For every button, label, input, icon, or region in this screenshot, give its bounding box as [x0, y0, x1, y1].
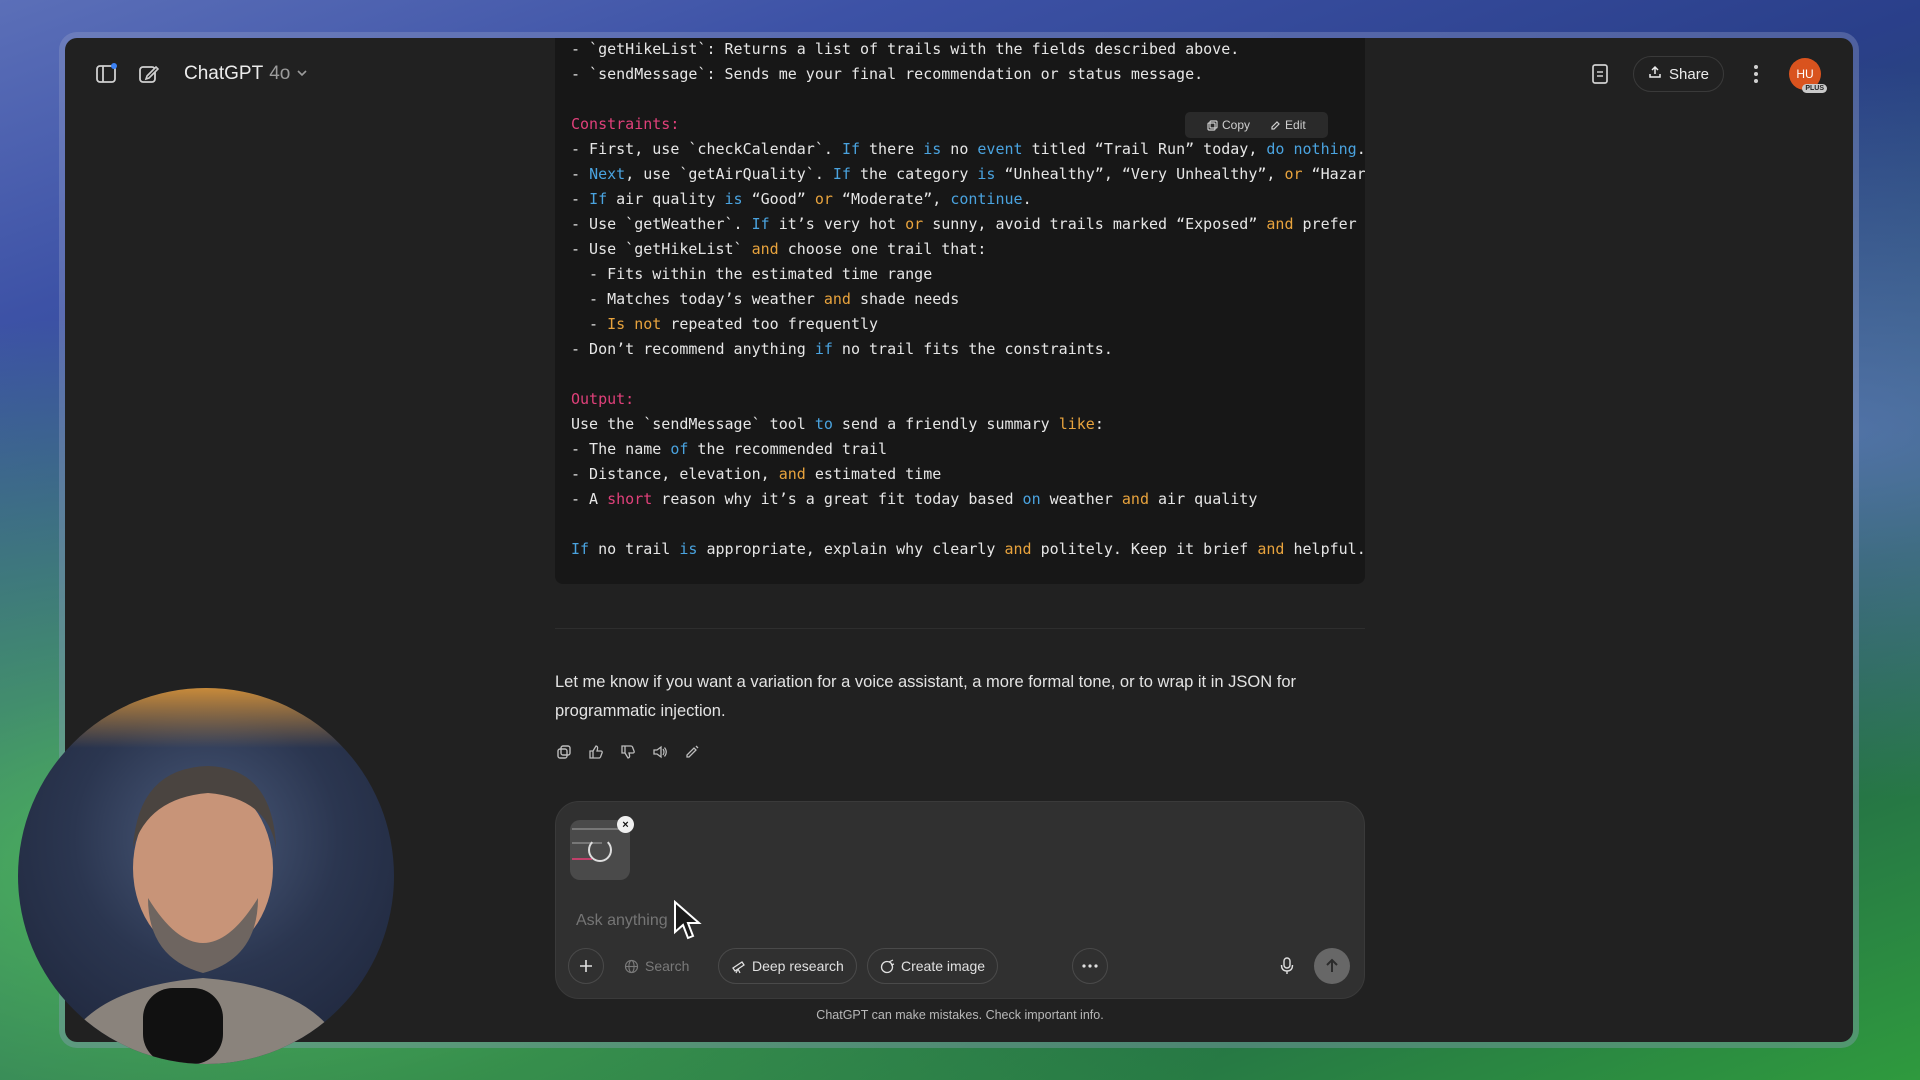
code-line: - Use `getHikeList` and choose one trail… — [571, 240, 987, 258]
copy-code-button[interactable]: Copy — [1207, 118, 1250, 132]
model-version: 4o — [269, 63, 291, 84]
code-line: - Use `getWeather`. If it’s very hot or … — [571, 215, 1357, 233]
code-line: Output: — [571, 390, 635, 408]
chevron-down-icon — [296, 63, 308, 85]
code-line: - Don’t recommend anything if no trail f… — [571, 340, 1113, 358]
plan-badge: PLUS — [1802, 84, 1827, 93]
avatar[interactable]: HU PLUS — [1789, 58, 1827, 93]
copy-label: Copy — [1222, 118, 1251, 132]
mouse-cursor-icon — [672, 899, 706, 947]
code-line: - First, use `checkCalendar`. If there i… — [571, 140, 1365, 158]
code-line: If no trail is appropriate, explain why … — [571, 540, 1365, 558]
regenerate-icon[interactable] — [683, 743, 701, 761]
deep-research-label: Deep research — [752, 958, 844, 974]
thumbs-down-icon[interactable] — [619, 743, 637, 761]
message-actions — [555, 743, 701, 761]
search-button[interactable]: Search — [612, 948, 701, 984]
image-icon — [880, 958, 895, 973]
code-line: - A short reason why it’s a great fit to… — [571, 490, 1258, 508]
avatar-initials: HU — [1796, 67, 1814, 81]
globe-icon — [624, 959, 639, 973]
copy-icon[interactable] — [555, 743, 573, 761]
edit-icon — [1271, 120, 1280, 130]
code-line: - `getHikeList`: Returns a list of trail… — [571, 40, 1240, 58]
mic-icon[interactable] — [1269, 948, 1305, 984]
model-name: ChatGPT — [184, 63, 264, 84]
code-line: - Is not repeated too frequently — [571, 315, 879, 333]
thumbs-up-icon[interactable] — [587, 743, 605, 761]
new-chat-icon[interactable] — [135, 60, 163, 88]
kebab-icon[interactable] — [1742, 60, 1770, 88]
create-image-label: Create image — [901, 958, 986, 974]
code-line: - Fits within the estimated time range — [571, 265, 933, 283]
code-line: - If air quality is “Good” or “Moderate”… — [571, 190, 1032, 208]
webcam-overlay — [18, 688, 394, 1064]
document-icon[interactable] — [1586, 60, 1614, 88]
arrow-up-icon[interactable] — [1314, 948, 1350, 984]
search-label: Search — [645, 958, 690, 974]
plus-icon[interactable] — [568, 948, 604, 984]
share-button[interactable]: Share — [1633, 56, 1725, 92]
loading-spinner — [588, 838, 612, 862]
model-selector[interactable]: ChatGPT 4o — [184, 63, 308, 85]
divider — [555, 628, 1365, 629]
more-icon[interactable] — [1072, 948, 1108, 984]
code-line: - Next, use `getAirQuality`. If the cate… — [571, 165, 1365, 183]
assistant-reply: Let me know if you want a variation for … — [555, 673, 1296, 720]
close-icon[interactable]: × — [617, 816, 634, 833]
share-label: Share — [1669, 65, 1710, 83]
code-line: - Distance, elevation, and estimated tim… — [571, 465, 942, 483]
code-line: - The name of the recommended trail — [571, 440, 888, 458]
copy-icon — [1207, 119, 1218, 131]
speaker-icon[interactable] — [651, 743, 669, 761]
sidebar-icon[interactable] — [92, 60, 120, 88]
code-line: Use the `sendMessage` tool to send a fri… — [571, 415, 1104, 433]
edit-label: Edit — [1285, 118, 1306, 132]
disclaimer: ChatGPT can make mistakes. Check importa… — [816, 1008, 1104, 1022]
edit-code-button[interactable]: Edit — [1270, 118, 1306, 132]
prompt-input[interactable] — [576, 912, 1076, 930]
create-image-button[interactable]: Create image — [867, 948, 999, 984]
code-toolbar: Copy Edit — [1185, 112, 1328, 138]
code-line: Constraints: — [571, 115, 680, 133]
deep-research-button[interactable]: Deep research — [718, 948, 857, 984]
code-line: - Matches today’s weather and shade need… — [571, 290, 960, 308]
upload-icon — [1648, 65, 1662, 83]
telescope-icon — [732, 960, 745, 973]
code-line: - `sendMessage`: Sends me your final rec… — [571, 65, 1204, 83]
